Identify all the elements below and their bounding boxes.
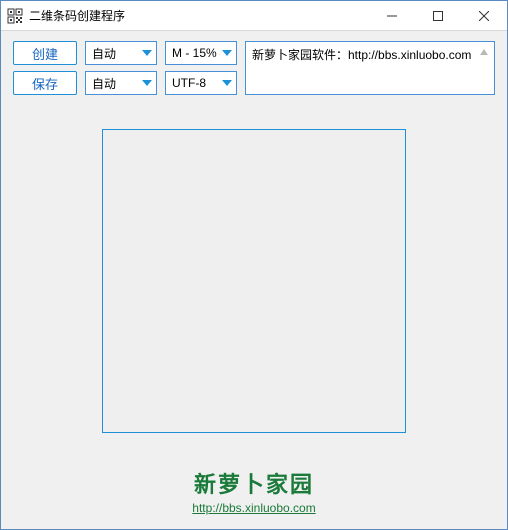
minimize-button[interactable]: [369, 1, 415, 30]
encoding-select[interactable]: UTF-8: [165, 71, 237, 95]
app-icon: [7, 8, 23, 24]
preview-container: [13, 101, 495, 467]
window-title: 二维条码创建程序: [29, 7, 369, 24]
create-button[interactable]: 创建: [13, 41, 77, 65]
mode-select-2-value: 自动: [92, 75, 116, 92]
button-column: 创建 保存: [13, 41, 77, 95]
content-textarea[interactable]: 新萝卜家园软件：http://bbs.xinluobo.com: [245, 41, 495, 95]
chevron-down-icon: [142, 80, 152, 86]
titlebar: 二维条码创建程序: [1, 1, 507, 31]
app-window: 二维条码创建程序 创建 保存 自动 自动: [0, 0, 508, 530]
mode-select-1-value: 自动: [92, 45, 116, 62]
save-button[interactable]: 保存: [13, 71, 77, 95]
brand-text: 新萝卜家园: [13, 467, 495, 499]
maximize-button[interactable]: [415, 1, 461, 30]
select-column-2: M - 15% UTF-8: [165, 41, 237, 95]
mode-select-2[interactable]: 自动: [85, 71, 157, 95]
textarea-value: 新萝卜家园软件：http://bbs.xinluobo.com: [252, 48, 471, 62]
scroll-up-icon[interactable]: [476, 44, 492, 60]
brand-link[interactable]: http://bbs.xinluobo.com: [192, 501, 315, 515]
content-area: 创建 保存 自动 自动 M - 15% UTF-8: [1, 31, 507, 529]
error-correction-select[interactable]: M - 15%: [165, 41, 237, 65]
window-controls: [369, 1, 507, 30]
error-correction-value: M - 15%: [172, 46, 217, 60]
qr-preview: [102, 129, 406, 433]
select-column-1: 自动 自动: [85, 41, 157, 95]
footer: 新萝卜家园 http://bbs.xinluobo.com: [13, 467, 495, 523]
chevron-down-icon: [142, 50, 152, 56]
controls-row: 创建 保存 自动 自动 M - 15% UTF-8: [13, 41, 495, 95]
chevron-down-icon: [222, 50, 232, 56]
mode-select-1[interactable]: 自动: [85, 41, 157, 65]
chevron-down-icon: [222, 80, 232, 86]
close-button[interactable]: [461, 1, 507, 30]
encoding-value: UTF-8: [172, 76, 206, 90]
